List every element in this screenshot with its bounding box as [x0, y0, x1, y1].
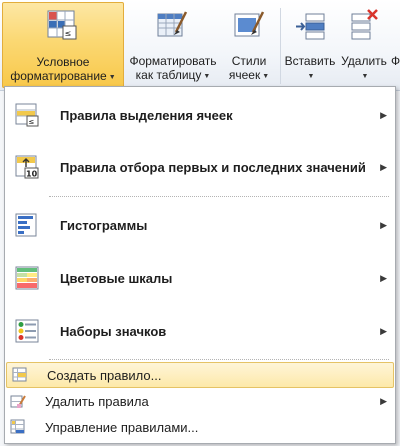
format-label: Ф	[391, 54, 400, 68]
svg-text:≤: ≤	[29, 118, 35, 126]
svg-text:10: 10	[26, 170, 38, 179]
submenu-arrow-icon: ▶	[380, 110, 387, 120]
menu-item-label: Управление правилами...	[45, 420, 199, 435]
ribbon: ≤ Условное форматирование ▼ Форматировать…	[0, 0, 400, 91]
data-bars-icon	[15, 213, 37, 237]
cell-styles-icon	[234, 11, 265, 37]
menu-item-highlight-rules[interactable]: ≤ Правила выделения ячеек ▶	[5, 91, 395, 141]
submenu-arrow-icon: ▶	[380, 396, 387, 406]
conditional-formatting-button[interactable]: ≤ Условное форматирование ▼	[2, 2, 124, 88]
menu-separator	[49, 196, 389, 197]
dropdown-arrow-icon: ▼	[203, 73, 211, 80]
menu-item-icon-sets[interactable]: Наборы значков ▶	[5, 307, 395, 357]
conditional-formatting-label: Условное форматирование ▼	[10, 55, 116, 83]
format-button[interactable]: Ф	[391, 2, 400, 86]
svg-text:≤: ≤	[65, 29, 72, 38]
submenu-arrow-icon: ▶	[380, 162, 387, 172]
menu-item-label: Удалить правила	[45, 394, 149, 409]
format-as-table-button[interactable]: Форматировать как таблицу ▼	[124, 2, 222, 86]
clear-rules-icon	[10, 395, 26, 408]
menu-item-color-scales[interactable]: Цветовые шкалы ▶	[5, 254, 395, 304]
menu-item-clear-rules[interactable]: Удалить правила ▶	[5, 389, 395, 413]
conditional-formatting-menu: ≤ Правила выделения ячеек ▶ 10 Правила о…	[4, 86, 396, 444]
conditional-formatting-icon: ≤	[47, 10, 77, 40]
format-as-table-icon	[157, 11, 188, 37]
top-bottom-rules-icon: 10	[15, 155, 39, 179]
menu-item-data-bars[interactable]: Гистограммы ▶	[5, 201, 395, 251]
cell-styles-button[interactable]: Стили ячеек ▼	[224, 2, 274, 86]
menu-separator	[49, 359, 389, 360]
insert-button[interactable]: Вставить ▼	[283, 2, 337, 86]
menu-item-label: Цветовые шкалы	[60, 271, 173, 286]
delete-cells-icon	[351, 9, 378, 40]
manage-rules-icon	[10, 419, 25, 434]
menu-item-label: Создать правило...	[47, 368, 162, 383]
menu-item-label: Правила отбора первых и последних значен…	[60, 160, 366, 175]
new-rule-icon	[12, 367, 27, 382]
delete-button[interactable]: Удалить ▼	[338, 2, 390, 86]
submenu-arrow-icon: ▶	[380, 220, 387, 230]
menu-item-label: Наборы значков	[60, 324, 167, 339]
menu-item-new-rule[interactable]: Создать правило...	[6, 362, 394, 388]
submenu-arrow-icon: ▶	[380, 326, 387, 336]
dropdown-arrow-icon: ▼	[361, 73, 369, 80]
delete-label: Удалить ▼	[341, 54, 387, 80]
insert-label: Вставить ▼	[284, 54, 336, 80]
menu-item-manage-rules[interactable]: Управление правилами...	[5, 415, 395, 439]
insert-cells-icon	[296, 13, 325, 40]
dropdown-arrow-icon: ▼	[108, 74, 116, 81]
ribbon-group-divider	[280, 8, 281, 84]
menu-item-top-bottom-rules[interactable]: 10 Правила отбора первых и последних зна…	[5, 143, 395, 193]
dropdown-arrow-icon: ▼	[307, 73, 315, 80]
cell-styles-label: Стили ячеек ▼	[228, 54, 270, 82]
color-scales-icon	[15, 266, 39, 290]
icon-sets-icon	[15, 319, 39, 343]
submenu-arrow-icon: ▶	[380, 273, 387, 283]
format-as-table-label: Форматировать как таблицу ▼	[129, 54, 217, 82]
dropdown-arrow-icon: ▼	[262, 73, 270, 80]
menu-item-label: Гистограммы	[60, 218, 148, 233]
highlight-cells-rules-icon: ≤	[15, 103, 39, 127]
menu-item-label: Правила выделения ячеек	[60, 108, 233, 123]
